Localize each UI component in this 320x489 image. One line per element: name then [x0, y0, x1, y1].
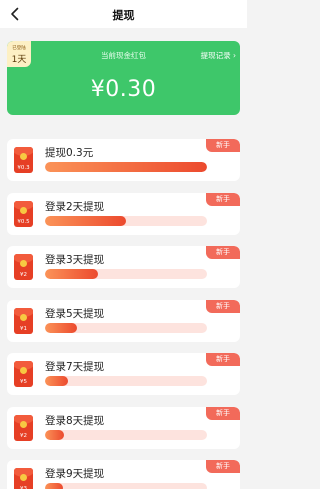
task-reward-amount: ¥2	[20, 272, 27, 278]
task-progress-bar	[45, 483, 207, 489]
task-reward-amount: ¥1	[20, 326, 27, 332]
task-title: 登录9天提现	[45, 468, 105, 480]
task-reward-amount: ¥2	[20, 433, 27, 439]
task-progress-fill	[45, 323, 78, 333]
task-title: 登录7天提现	[45, 361, 105, 373]
withdraw-task-card[interactable]: ¥1 登录5天提现 新手	[7, 300, 240, 342]
task-title: 登录2天提现	[45, 201, 105, 213]
withdraw-task-card[interactable]: ¥2 登录3天提现 新手	[7, 246, 240, 288]
task-progress-fill	[45, 483, 63, 489]
task-progress-bar	[45, 216, 207, 226]
newbie-tag: 新手	[206, 407, 240, 420]
task-title: 提现0.3元	[45, 147, 94, 159]
balance-card: 已登陆 1天 当前现金红包 提现记录 › ¥0.30	[7, 41, 240, 115]
withdraw-task-card[interactable]: ¥0.3 提现0.3元 新手	[7, 139, 240, 181]
withdraw-record-link[interactable]: 提现记录 ›	[201, 50, 236, 61]
task-progress-fill	[45, 269, 99, 279]
red-envelope-icon: ¥0.3	[14, 147, 33, 173]
red-envelope-icon: ¥5	[14, 361, 33, 387]
red-envelope-icon: ¥1	[14, 308, 33, 334]
task-progress-bar	[45, 430, 207, 440]
task-progress-bar	[45, 376, 207, 386]
red-envelope-icon: ¥0.5	[14, 201, 33, 227]
coin-icon	[20, 153, 27, 160]
task-reward-amount: ¥0.5	[17, 219, 30, 225]
coin-icon	[20, 367, 27, 374]
task-progress-fill	[45, 216, 126, 226]
withdraw-task-card[interactable]: ¥0.5 登录2天提现 新手	[7, 193, 240, 235]
task-progress-fill	[45, 430, 65, 440]
newbie-tag: 新手	[206, 246, 240, 259]
task-progress-fill	[45, 162, 207, 172]
coin-icon	[20, 421, 27, 428]
balance-amount: ¥0.30	[90, 77, 157, 102]
withdraw-task-card[interactable]: ¥2 登录8天提现 新手	[7, 407, 240, 449]
task-reward-amount: ¥5	[20, 379, 27, 385]
top-bar: 提现	[0, 0, 247, 28]
coin-icon	[20, 260, 27, 267]
coin-icon	[20, 207, 27, 214]
task-reward-amount: ¥0.3	[17, 165, 30, 171]
coin-icon	[20, 314, 27, 321]
task-progress-bar	[45, 323, 207, 333]
task-progress-bar	[45, 162, 207, 172]
red-envelope-icon: ¥3	[14, 468, 33, 489]
newbie-tag: 新手	[206, 353, 240, 366]
newbie-tag: 新手	[206, 300, 240, 313]
newbie-tag: 新手	[206, 139, 240, 152]
task-progress-fill	[45, 376, 68, 386]
task-progress-bar	[45, 269, 207, 279]
red-envelope-icon: ¥2	[14, 415, 33, 441]
task-title: 登录3天提现	[45, 254, 105, 266]
withdraw-task-card[interactable]: ¥3 登录9天提现 新手	[7, 460, 240, 489]
newbie-tag: 新手	[206, 193, 240, 206]
withdraw-task-card[interactable]: ¥5 登录7天提现 新手	[7, 353, 240, 395]
page-title: 提现	[112, 9, 135, 22]
newbie-tag: 新手	[206, 460, 240, 473]
coin-icon	[20, 474, 27, 481]
task-title: 登录8天提现	[45, 415, 105, 427]
task-title: 登录5天提现	[45, 308, 105, 320]
red-envelope-icon: ¥2	[14, 254, 33, 280]
